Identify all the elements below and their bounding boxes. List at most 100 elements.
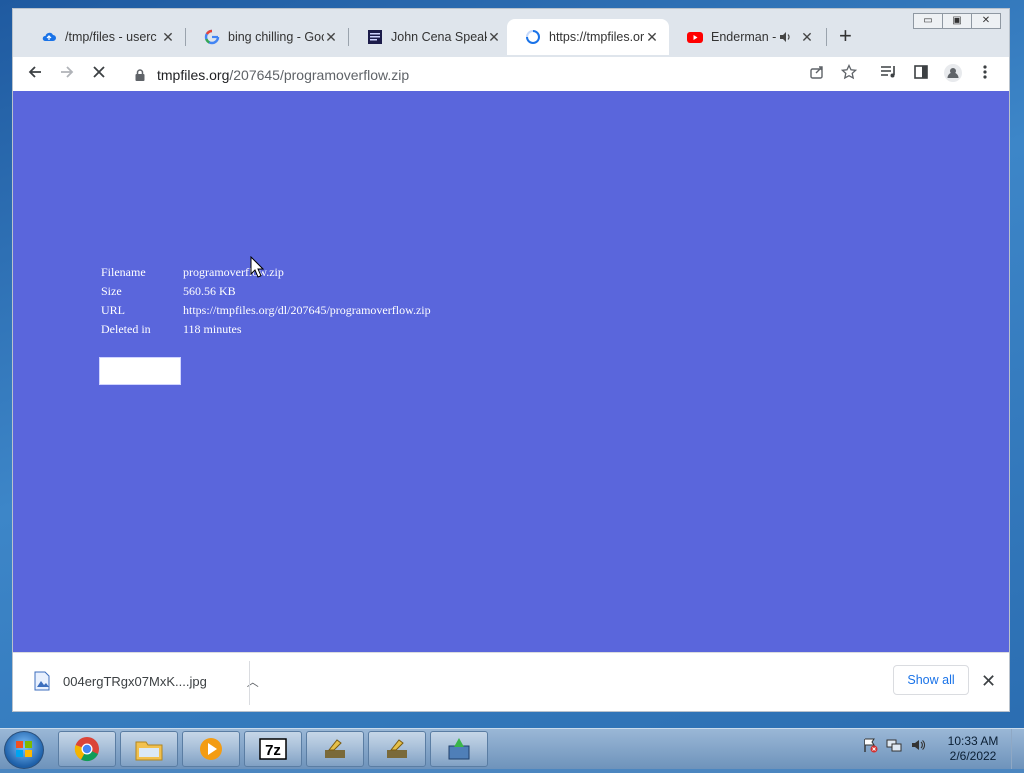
minimize-button[interactable]: ▭: [913, 13, 943, 29]
deleted-in-value: 118 minutes: [183, 322, 242, 336]
file-info-table: Filename programoverflow.zip Size 560.56…: [101, 265, 431, 341]
taskbar-item-7zip[interactable]: 7z: [244, 731, 302, 767]
network-icon[interactable]: [886, 737, 902, 753]
star-icon: [840, 63, 858, 80]
taskbar-item-keygen-2[interactable]: [368, 731, 426, 767]
taskbar-item-keygen[interactable]: [306, 731, 364, 767]
taskbar-clock[interactable]: 10:33 AM 2/6/2022: [938, 734, 1008, 764]
share-button[interactable]: [805, 63, 829, 85]
size-value: 560.56 KB: [183, 284, 236, 298]
tab-title: bing chilling - Goo: [228, 30, 324, 44]
tab-enderman[interactable]: Enderman - Yo ✕: [669, 19, 824, 55]
tab-title: /tmp/files - userc: [65, 30, 157, 44]
new-tab-button[interactable]: +: [839, 25, 852, 47]
playlist-icon: [881, 66, 895, 78]
taskbar-item-explorer[interactable]: [120, 731, 178, 767]
kebab-menu-icon: [983, 65, 987, 79]
download-button[interactable]: [99, 357, 181, 385]
deleted-in-label: Deleted in: [101, 322, 151, 336]
taskbar-item-media-player[interactable]: [182, 731, 240, 767]
url-path: /207645/programoverflow.zip: [229, 67, 410, 83]
url-label: URL: [101, 303, 125, 317]
video-thumbnail-icon: [368, 30, 382, 44]
google-icon: [204, 29, 220, 45]
show-desktop-button[interactable]: [1011, 729, 1024, 769]
menu-button[interactable]: [973, 63, 997, 85]
show-all-button[interactable]: Show all: [893, 665, 969, 695]
tab-bing-chilling[interactable]: bing chilling - Goo ✕: [186, 19, 348, 55]
close-tab-icon[interactable]: ✕: [487, 29, 501, 46]
7zip-icon: 7z: [259, 738, 287, 760]
url-value: https://tmpfiles.org/dl/207645/programov…: [183, 303, 431, 317]
taskbar-item-chrome[interactable]: [58, 731, 116, 767]
windows-logo-icon: [16, 741, 32, 757]
close-tab-icon[interactable]: ✕: [645, 29, 659, 46]
media-player-icon: [200, 738, 222, 760]
download-shelf: 004ergTRgx07MxK....jpg ︿ Show all ✕: [13, 652, 1009, 711]
media-control-button[interactable]: [877, 63, 901, 85]
volume-icon[interactable]: [910, 737, 926, 753]
tab-title: John Cena Speakin: [391, 30, 487, 44]
start-button[interactable]: [4, 731, 44, 769]
share-icon: [810, 66, 823, 79]
mouse-cursor-icon: [250, 256, 264, 278]
image-file-icon: [34, 671, 50, 691]
bookmark-button[interactable]: [837, 63, 861, 85]
url-host: tmpfiles.org: [157, 67, 230, 83]
keygen-icon: [387, 739, 407, 758]
tab-title: Enderman - Yo: [711, 30, 778, 44]
taskbar-item-installer[interactable]: [430, 731, 488, 767]
lock-icon[interactable]: [133, 68, 147, 82]
table-row: Deleted in 118 minutes: [101, 322, 431, 341]
table-row: Size 560.56 KB: [101, 284, 431, 303]
tab-tmpfiles-active[interactable]: https://tmpfiles.or ✕: [507, 19, 669, 55]
size-label: Size: [101, 284, 122, 298]
address-bar[interactable]: tmpfiles.org/207645/programoverflow.zip: [123, 61, 843, 89]
arrow-right-icon: [61, 66, 74, 78]
tab-strip: /tmp/files - userc ✕ bing chilling - Goo…: [13, 9, 1009, 57]
taskbar: 7z 10:33 AM 2/6/2022: [0, 728, 1024, 769]
page-content: Filename programoverflow.zip Size 560.56…: [13, 91, 1009, 652]
close-tab-icon[interactable]: ✕: [161, 29, 175, 46]
restore-button[interactable]: ▣: [942, 13, 972, 29]
youtube-icon: [687, 32, 703, 43]
side-panel-icon: [914, 65, 928, 79]
explorer-icon: [135, 741, 163, 761]
close-window-button[interactable]: ✕: [971, 13, 1001, 29]
close-shelf-icon[interactable]: ✕: [981, 671, 996, 692]
window-controls: ▭ ▣ ✕: [913, 13, 1001, 29]
filename-label: Filename: [101, 265, 146, 279]
tab-john-cena[interactable]: John Cena Speakin ✕: [349, 19, 511, 55]
keygen-icon: [325, 739, 345, 758]
table-row: URL https://tmpfiles.org/dl/207645/progr…: [101, 303, 431, 322]
tab-divider: [826, 28, 827, 46]
arrow-left-icon: [28, 66, 41, 78]
clock-date: 2/6/2022: [949, 749, 997, 763]
system-tray: [862, 737, 926, 753]
installer-icon: [448, 738, 470, 760]
cloud-icon: [42, 32, 56, 41]
download-item[interactable]: 004ergTRgx07MxK....jpg ︿: [33, 671, 259, 691]
browser-window: /tmp/files - userc ✕ bing chilling - Goo…: [12, 8, 1010, 712]
url-text: tmpfiles.org/207645/programoverflow.zip: [157, 67, 409, 83]
speaker-icon[interactable]: [778, 30, 792, 44]
back-button[interactable]: [23, 63, 47, 85]
side-panel-button[interactable]: [909, 63, 933, 85]
filename-value: programoverflow.zip: [183, 265, 284, 279]
action-center-icon[interactable]: [862, 737, 878, 753]
loading-spinner-icon: [526, 30, 540, 44]
close-tab-icon[interactable]: ✕: [324, 29, 338, 46]
chrome-icon: [74, 737, 99, 762]
clock-time: 10:33 AM: [947, 734, 999, 748]
stop-loading-button[interactable]: [87, 63, 111, 85]
profile-button[interactable]: [941, 63, 965, 85]
tab-title: https://tmpfiles.or: [549, 30, 645, 44]
close-tab-icon[interactable]: ✕: [800, 29, 814, 46]
forward-button[interactable]: [55, 63, 79, 85]
close-icon: [93, 66, 105, 78]
shelf-divider: [249, 661, 250, 705]
avatar-icon: [944, 64, 962, 82]
browser-toolbar: tmpfiles.org/207645/programoverflow.zip: [13, 57, 1009, 92]
download-file-name: 004ergTRgx07MxK....jpg: [63, 673, 207, 689]
tab-tmp-files[interactable]: /tmp/files - userc ✕: [23, 19, 185, 55]
